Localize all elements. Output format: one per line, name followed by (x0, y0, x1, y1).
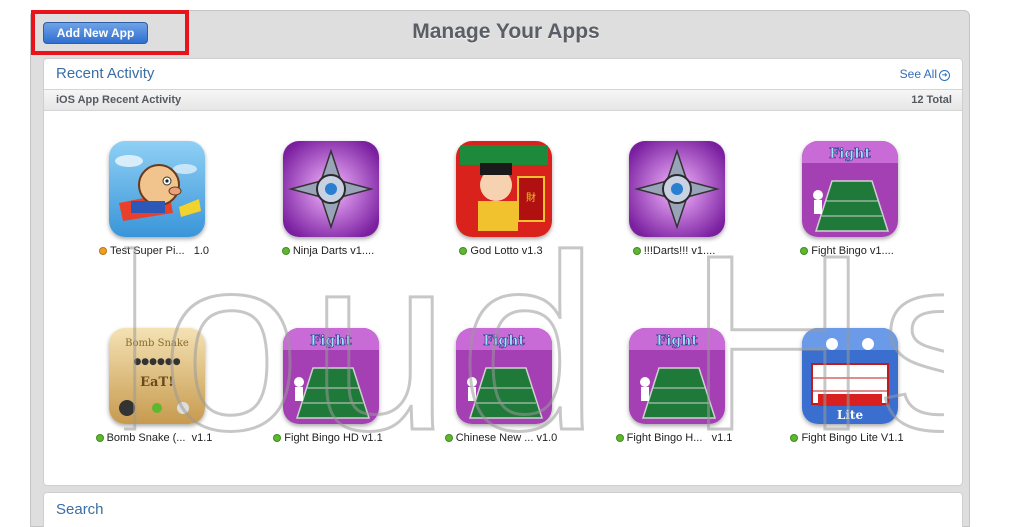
svg-text:財: 財 (526, 191, 536, 204)
status-dot-green (459, 247, 468, 255)
status-dot-green (615, 434, 624, 442)
bomb-snake-icon[interactable]: Bomb Snake ●●●●●● EaT! (109, 328, 205, 424)
recent-activity-header: Recent Activity See All ➜ (44, 59, 962, 89)
app-version: v1.0 (536, 432, 558, 444)
shuriken-purple-icon[interactable] (629, 141, 725, 237)
status-dot-green (273, 434, 282, 442)
page: Add New App Manage Your Apps Recent Acti… (0, 0, 1024, 527)
app-name: !!!Darts!!! v1.... (643, 245, 716, 257)
app-tile[interactable]: Fight Fight Bingo v1.... (759, 141, 935, 281)
app-tile[interactable]: Lite Fight Bingo Lite V1.1 (759, 328, 935, 468)
status-dot-green (632, 247, 641, 255)
app-name: Bomb Snake (... (106, 432, 186, 444)
status-dot-orange (98, 247, 107, 255)
app-caption: Chinese New ... v1.0 (413, 432, 589, 444)
app-tile[interactable]: Ninja Darts v1.... (240, 141, 416, 281)
status-dot-green (790, 434, 799, 442)
subheader-label: iOS App Recent Activity (56, 94, 182, 106)
svg-text:Fight: Fight (656, 333, 698, 349)
cartoon-pig-flying-icon[interactable] (109, 141, 205, 237)
ios-recent-activity-subheader: iOS App Recent Activity 12 Total (44, 89, 962, 111)
arrow-circle-icon: ➜ (939, 70, 950, 81)
app-tile[interactable]: !!!Darts!!! v1.... (586, 141, 762, 281)
app-name: Fight Bingo H... (626, 432, 703, 444)
app-caption: Test Super Pi... 1.0 (66, 245, 242, 257)
app-version: v1.1 (711, 432, 733, 444)
see-all-link[interactable]: See All ➜ (900, 67, 950, 81)
app-caption: God Lotto v1.3 (413, 245, 589, 257)
add-new-app-button[interactable]: Add New App (43, 22, 148, 44)
svg-text:Fight: Fight (483, 333, 525, 349)
recent-activity-panel: Recent Activity See All ➜ iOS App Recent … (43, 58, 963, 486)
fight-bingo-icon[interactable]: Fight (283, 328, 379, 424)
status-dot-green (95, 434, 104, 442)
status-dot-green (281, 247, 290, 255)
recent-activity-title: Recent Activity (56, 65, 155, 82)
app-name: God Lotto v1.3 (470, 245, 543, 257)
svg-text:EaT!: EaT! (140, 375, 174, 390)
app-version: 1.0 (193, 245, 210, 257)
app-caption: Ninja Darts v1.... (240, 245, 416, 257)
svg-text:Lite: Lite (837, 408, 864, 422)
svg-text:Fight: Fight (829, 146, 871, 162)
god-of-wealth-red-icon[interactable]: 財 (456, 141, 552, 237)
app-name: Fight Bingo HD v1.1 (284, 432, 383, 444)
app-caption: Fight Bingo HD v1.1 (240, 432, 416, 444)
search-panel: Search (43, 492, 963, 527)
app-tile[interactable]: Fight Fight Bingo H... v1.1 (586, 328, 762, 468)
app-caption: Fight Bingo v1.... (759, 245, 935, 257)
svg-text:●●●●●●: ●●●●●● (133, 357, 180, 367)
app-name: Chinese New ... (455, 432, 534, 444)
see-all-label: See All (899, 67, 937, 81)
fight-bingo-icon[interactable]: Fight (629, 328, 725, 424)
app-caption: Fight Bingo H... v1.1 (586, 432, 762, 444)
page-title: Manage Your Apps (412, 20, 600, 43)
shuriken-purple-icon[interactable] (283, 141, 379, 237)
fight-bingo-icon[interactable]: Fight (456, 328, 552, 424)
app-tile[interactable]: Test Super Pi... 1.0 (66, 141, 242, 281)
app-name: Fight Bingo Lite V1.1 (801, 432, 904, 444)
fight-bingo-icon[interactable]: Fight (802, 141, 898, 237)
app-name: Test Super Pi... (109, 245, 185, 257)
status-dot-green (800, 247, 809, 255)
search-title: Search (56, 501, 104, 518)
app-caption: Bomb Snake (... v1.1 (66, 432, 242, 444)
svg-text:Bomb Snake: Bomb Snake (125, 338, 189, 349)
total-count: 12 Total (911, 94, 952, 106)
app-caption: !!!Darts!!! v1.... (586, 245, 762, 257)
fight-bingo-lite-icon[interactable]: Lite (802, 328, 898, 424)
svg-text:Fight: Fight (310, 333, 352, 349)
app-tile[interactable]: Fight Fight Bingo HD v1.1 (240, 328, 416, 468)
app-tile[interactable]: 財 God Lotto v1.3 (413, 141, 589, 281)
app-tile[interactable]: Bomb Snake ●●●●●● EaT! Bomb Snake (... v… (66, 328, 242, 468)
app-caption: Fight Bingo Lite V1.1 (759, 432, 935, 444)
app-name: Ninja Darts v1.... (292, 245, 375, 257)
app-tile[interactable]: Fight Chinese New ... v1.0 (413, 328, 589, 468)
app-name: Fight Bingo v1.... (811, 245, 894, 257)
app-version: v1.1 (191, 432, 213, 444)
status-dot-green (444, 434, 453, 442)
